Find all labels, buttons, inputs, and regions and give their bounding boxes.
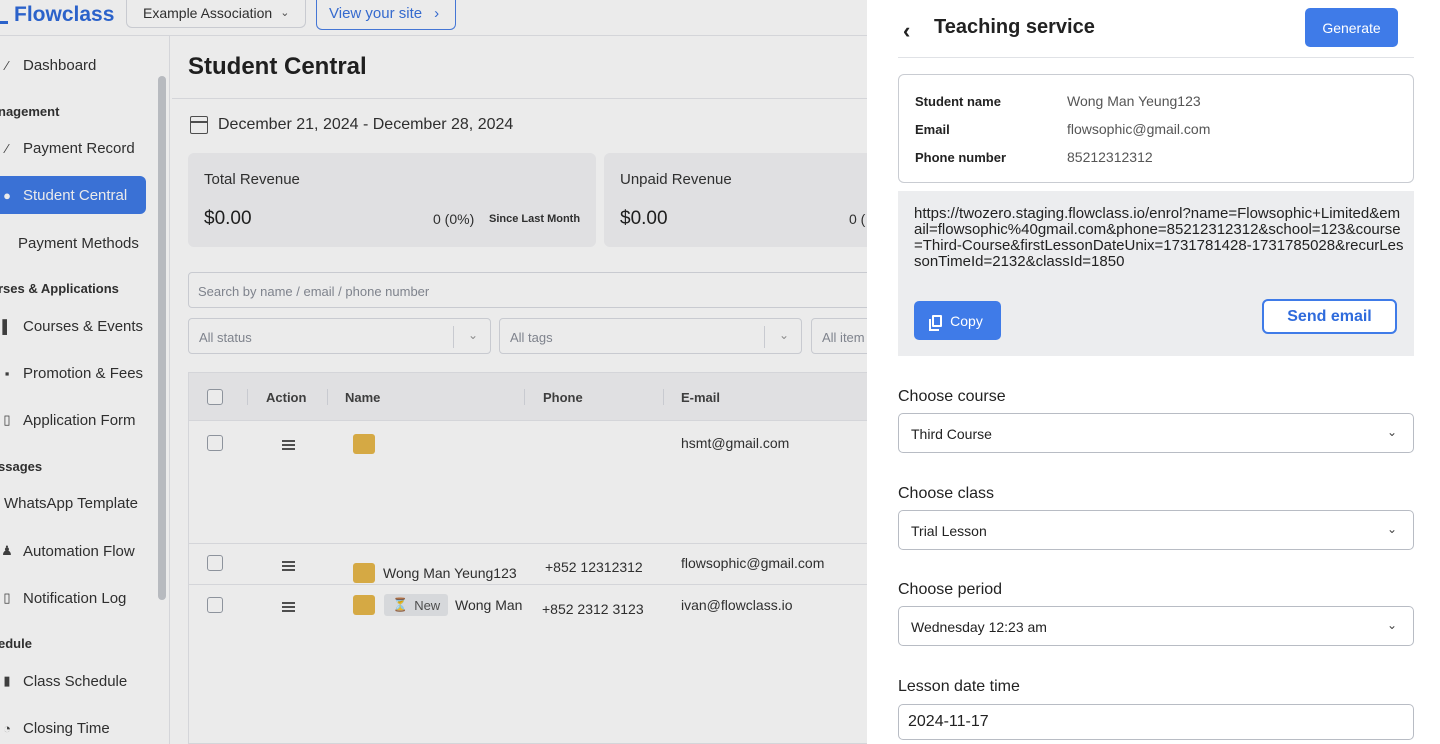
generate-button[interactable]: Generate — [1305, 8, 1398, 47]
student-name-label: Student name — [915, 94, 1001, 109]
lesson-date-label: Lesson date time — [898, 678, 1020, 695]
email-label: Email — [915, 122, 950, 137]
copy-button[interactable]: Copy — [914, 301, 1001, 340]
phone-value: 85212312312 — [1067, 149, 1153, 165]
choose-course-label: Choose course — [898, 388, 1006, 405]
modal-backdrop[interactable] — [0, 0, 867, 744]
chevron-down-icon: ⌄ — [1386, 618, 1397, 632]
back-arrow-icon[interactable]: ‹ — [903, 18, 910, 44]
enrol-link[interactable]: https://twozero.staging.flowclass.io/enr… — [914, 206, 1404, 270]
choose-class-label: Choose class — [898, 485, 995, 502]
period-select[interactable]: Wednesday 12:23 am ⌄ — [898, 606, 1414, 646]
email-value: flowsophic@gmail.com — [1067, 121, 1211, 137]
copy-label: Copy — [950, 312, 983, 329]
phone-label: Phone number — [915, 150, 1007, 165]
class-select[interactable]: Trial Lesson ⌄ — [898, 510, 1414, 550]
send-email-button[interactable]: Send email — [1262, 299, 1397, 334]
course-value: Third Course — [911, 426, 992, 442]
drawer-title: Teaching service — [934, 16, 1095, 38]
student-info-box: Student name Wong Man Yeung123 Email flo… — [898, 74, 1414, 183]
lesson-date-input[interactable] — [898, 704, 1414, 740]
class-value: Trial Lesson — [911, 523, 987, 539]
course-select[interactable]: Third Course ⌄ — [898, 413, 1414, 453]
chevron-down-icon: ⌄ — [1386, 522, 1397, 536]
copy-icon — [929, 314, 943, 331]
choose-period-label: Choose period — [898, 581, 1003, 598]
enrol-link-box: https://twozero.staging.flowclass.io/enr… — [898, 191, 1414, 356]
drawer-divider — [898, 57, 1414, 58]
period-value: Wednesday 12:23 am — [911, 619, 1047, 635]
chevron-down-icon: ⌄ — [1386, 425, 1397, 439]
student-name-value: Wong Man Yeung123 — [1067, 93, 1201, 109]
